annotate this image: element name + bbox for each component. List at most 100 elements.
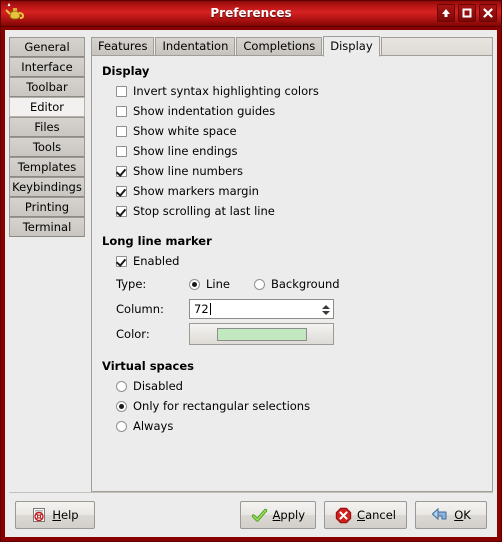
checkbox-llm-enabled-label: Enabled [133,254,180,268]
column-spinbox[interactable]: 72 [189,299,334,319]
tab-display[interactable]: Display [323,36,380,57]
tab-bar-filler [380,37,493,56]
long-line-marker-group: Long line marker Enabled Type: Line Back… [102,234,482,346]
radio-vs-rectangular-dot[interactable] [116,400,127,412]
display-group-title: Display [102,64,150,78]
ok-rest: K [463,508,471,522]
sidebar-item-terminal[interactable]: Terminal [9,217,85,237]
radio-vs-always-dot[interactable] [116,420,127,432]
checkbox-line-numbers-box[interactable] [116,165,127,177]
checkbox-row-line-endings[interactable]: Show line endings [102,141,482,161]
maximize-button[interactable] [458,4,476,22]
checkbox-row-white-space[interactable]: Show white space [102,121,482,141]
stepper-down-icon[interactable] [322,310,330,315]
checkbox-line-numbers-label: Show line numbers [133,164,243,178]
checkbox-line-endings-label: Show line endings [133,144,238,158]
checkbox-indentation-guides-box[interactable] [116,105,127,117]
window-controls [437,4,497,22]
sidebar-item-keybindings[interactable]: Keybindings [9,177,85,197]
title-bar[interactable]: Preferences [1,1,501,27]
preferences-dialog: General Interface Toolbar Editor Files T… [5,30,497,537]
radio-type-background-label: Background [270,277,340,291]
apply-rest: pply [280,508,306,522]
checkbox-row-indentation-guides[interactable]: Show indentation guides [102,101,482,121]
radio-row-vs-always[interactable]: Always [102,416,482,436]
checkbox-invert-syntax-box[interactable] [116,85,127,97]
checkbox-invert-syntax-label: Invert syntax highlighting colors [133,84,319,98]
radio-type-background[interactable]: Background [253,277,340,291]
long-line-marker-type-row: Type: Line Background [102,272,482,296]
type-caption: Type: [116,277,147,291]
sidebar-item-editor[interactable]: Editor [9,97,85,117]
sidebar-item-printing[interactable]: Printing [9,197,85,217]
sidebar-item-toolbar[interactable]: Toolbar [9,77,85,97]
column-stepper[interactable] [322,301,330,318]
display-group: Display Invert syntax highlighting color… [102,64,482,221]
color-chooser-button[interactable] [189,323,334,345]
radio-type-line-dot[interactable] [189,278,200,290]
radio-type-background-dot[interactable] [253,278,265,290]
stop-cancel-icon [335,507,352,523]
color-swatch [216,327,307,341]
checkbox-white-space-box[interactable] [116,125,127,137]
help-button[interactable]: Help [15,501,95,529]
radio-row-vs-disabled[interactable]: Disabled [102,376,482,396]
text-caret [209,303,211,315]
checkbox-indentation-guides-label: Show indentation guides [133,104,276,118]
ok-mnemonic: O [454,508,464,522]
ok-button[interactable]: OK [415,501,487,529]
apply-button-label: Apply [273,508,305,522]
cancel-rest: ancel [365,508,396,522]
cancel-mnemonic: C [357,508,366,522]
tab-features[interactable]: Features [91,37,155,56]
color-caption: Color: [116,327,150,341]
checkbox-white-space-label: Show white space [133,124,237,138]
column-caption: Column: [116,302,164,316]
radio-type-line-label: Line [206,277,230,291]
window-title: Preferences [210,6,292,20]
checkbox-row-llm-enabled[interactable]: Enabled [102,251,482,271]
checkbox-stop-scrolling-label: Stop scrolling at last line [133,204,275,218]
radio-vs-disabled-dot[interactable] [116,380,127,392]
radio-vs-disabled-label: Disabled [133,379,183,393]
long-line-marker-column-row: Column: 72 [102,297,482,321]
check-mark-icon [251,508,267,522]
sidebar-item-templates[interactable]: Templates [9,157,85,177]
tab-indentation[interactable]: Indentation [155,37,236,56]
checkbox-line-endings-box[interactable] [116,145,127,157]
radio-vs-rectangular-label: Only for rectangular selections [133,399,311,413]
sidebar-item-files[interactable]: Files [9,117,85,137]
tab-completions[interactable]: Completions [236,37,323,56]
checkbox-llm-enabled-box[interactable] [116,255,127,267]
blue-arrow-icon [431,507,447,521]
help-document-icon [33,508,46,522]
radio-vs-always-label: Always [133,419,174,433]
geany-lamp-icon [4,2,26,24]
checkbox-row-stop-scrolling[interactable]: Stop scrolling at last line [102,201,482,221]
dialog-content: General Interface Toolbar Editor Files T… [5,30,497,492]
checkbox-row-line-numbers[interactable]: Show line numbers [102,161,482,181]
sidebar-item-general[interactable]: General [9,37,85,57]
long-line-marker-title: Long line marker [102,234,212,248]
apply-button[interactable]: Apply [239,501,317,529]
help-button-label: Help [52,508,78,522]
sidebar-item-interface[interactable]: Interface [9,57,85,77]
virtual-spaces-group: Virtual spaces Disabled Only for rectang… [102,359,482,436]
close-button[interactable] [479,4,497,22]
checkbox-row-markers-margin[interactable]: Show markers margin [102,181,482,201]
help-mnemonic: H [52,508,62,522]
stepper-up-icon[interactable] [322,304,330,309]
checkbox-row-invert-syntax[interactable]: Invert syntax highlighting colors [102,81,482,101]
column-value: 72 [194,302,209,316]
display-tab-panel: Display Invert syntax highlighting color… [91,55,493,492]
checkbox-stop-scrolling-box[interactable] [116,205,127,217]
checkbox-markers-margin-box[interactable] [116,185,127,197]
radio-row-vs-rectangular[interactable]: Only for rectangular selections [102,396,482,416]
cancel-button[interactable]: Cancel [324,501,407,529]
sidebar-item-tools[interactable]: Tools [9,137,85,157]
dialog-action-area: Help Apply Cancel OK [5,493,497,537]
radio-type-line[interactable]: Line [189,277,230,291]
editor-notebook: Features Indentation Completions Display… [91,34,493,492]
shade-button[interactable] [437,4,455,22]
long-line-marker-color-row: Color: [102,322,482,346]
